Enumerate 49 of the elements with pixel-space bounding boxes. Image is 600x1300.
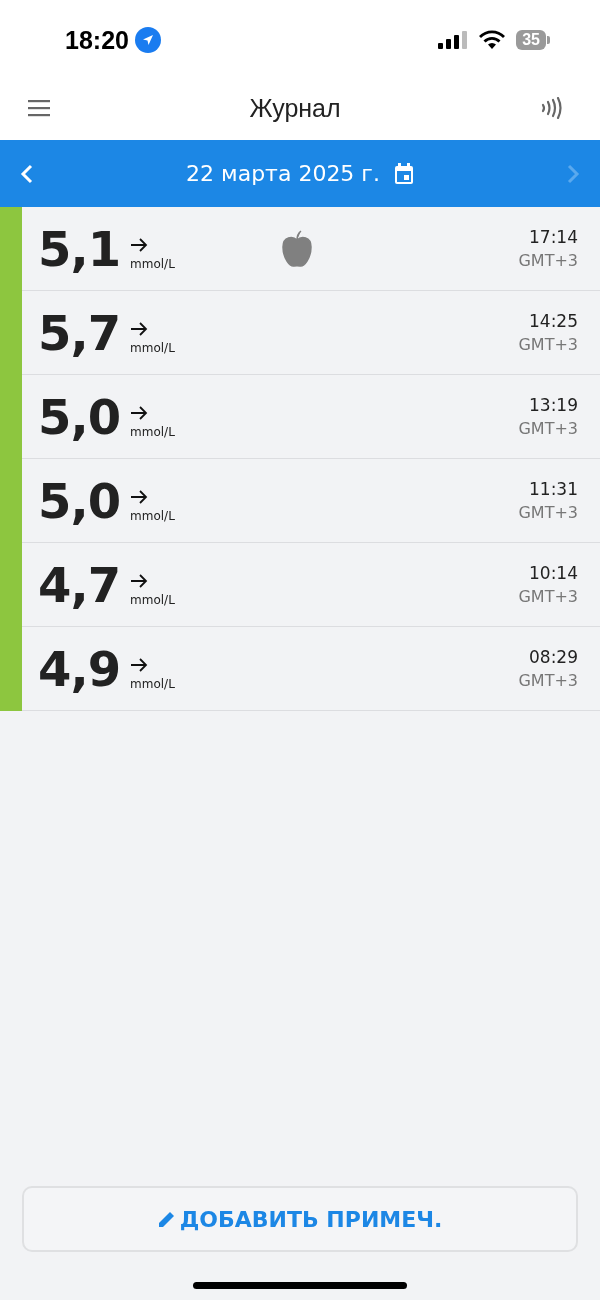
time-zone: GMT+3 bbox=[518, 671, 578, 690]
pencil-icon bbox=[157, 1210, 176, 1228]
glucose-value: 4,7 bbox=[38, 556, 121, 613]
unit-label: mmol/L bbox=[130, 592, 175, 607]
reading-row[interactable]: 5,0 mmol/L 11:31 GMT+3 bbox=[22, 459, 600, 543]
time-zone: GMT+3 bbox=[518, 587, 578, 606]
calendar-icon[interactable] bbox=[393, 162, 414, 185]
reading-row[interactable]: 5,7 mmol/L 14:25 GMT+3 bbox=[22, 291, 600, 375]
glucose-value: 5,0 bbox=[38, 472, 121, 529]
time-zone: GMT+3 bbox=[518, 335, 578, 354]
reading-row[interactable]: 4,9 mmol/L 08:29 GMT+3 bbox=[22, 627, 600, 711]
trend-arrow-icon bbox=[130, 488, 149, 505]
chevron-right-icon bbox=[566, 163, 580, 184]
reading-row[interactable]: 5,1 mmol/L 17:14 GMT+3 bbox=[22, 207, 600, 291]
reading-time: 08:29 bbox=[529, 647, 578, 667]
signal-icon bbox=[438, 30, 469, 50]
glucose-value: 5,0 bbox=[38, 388, 121, 445]
reading-time: 14:25 bbox=[529, 311, 578, 331]
trend-arrow-icon bbox=[130, 236, 149, 253]
reading-row[interactable]: 5,0 mmol/L 13:19 GMT+3 bbox=[22, 375, 600, 459]
screen-title: Журнал bbox=[249, 93, 341, 123]
unit-label: mmol/L bbox=[130, 424, 175, 439]
glucose-value: 4,9 bbox=[38, 640, 121, 697]
chevron-left-icon bbox=[20, 163, 34, 184]
nfc-scan-icon[interactable] bbox=[540, 97, 564, 119]
location-icon bbox=[134, 27, 161, 53]
time-zone: GMT+3 bbox=[518, 503, 578, 522]
reading-time: 10:14 bbox=[529, 563, 578, 583]
reading-time: 11:31 bbox=[529, 479, 578, 499]
glucose-value: 5,7 bbox=[38, 304, 121, 361]
unit-label: mmol/L bbox=[130, 508, 175, 523]
wifi-icon bbox=[478, 30, 507, 50]
glucose-value: 5,1 bbox=[38, 220, 121, 277]
reading-time: 13:19 bbox=[529, 395, 578, 415]
trend-arrow-icon bbox=[130, 404, 149, 421]
time-zone: GMT+3 bbox=[518, 251, 578, 270]
unit-label: mmol/L bbox=[130, 676, 175, 691]
date-label[interactable]: 22 марта 2025 г. bbox=[186, 161, 380, 186]
battery-indicator: 35 bbox=[516, 30, 550, 50]
time-zone: GMT+3 bbox=[518, 419, 578, 438]
menu-icon[interactable] bbox=[28, 99, 50, 117]
unit-label: mmol/L bbox=[130, 256, 175, 271]
clock-time: 18:20 bbox=[65, 25, 129, 55]
trend-arrow-icon bbox=[130, 320, 149, 337]
unit-label: mmol/L bbox=[130, 340, 175, 355]
reading-time: 17:14 bbox=[529, 227, 578, 247]
reading-row[interactable]: 4,7 mmol/L 10:14 GMT+3 bbox=[22, 543, 600, 627]
trend-arrow-icon bbox=[130, 572, 149, 589]
trend-arrow-icon bbox=[130, 656, 149, 673]
